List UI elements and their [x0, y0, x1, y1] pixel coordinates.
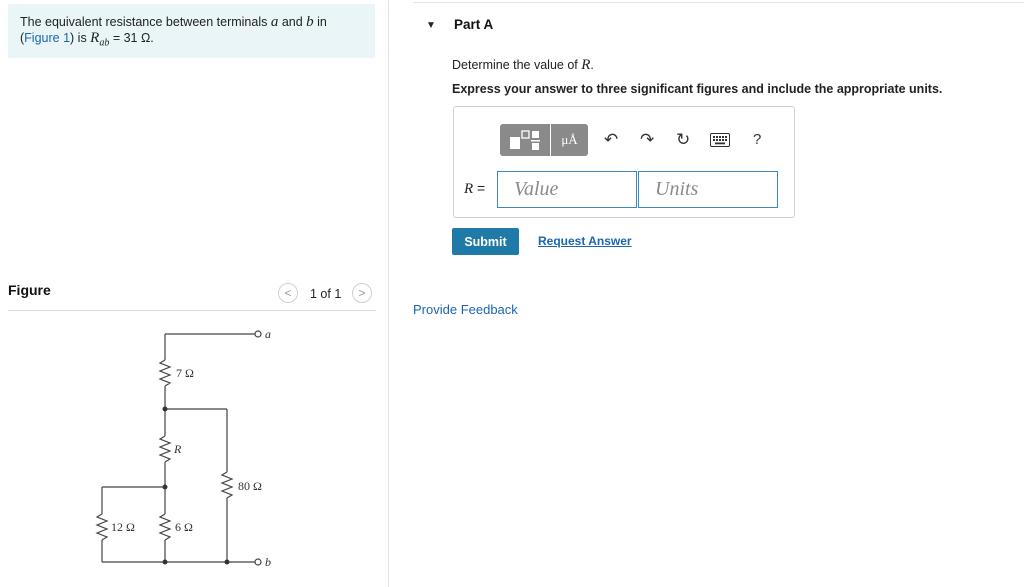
resistor-r — [158, 435, 172, 463]
problem-text-and: and — [278, 15, 307, 29]
label-r: R — [173, 442, 182, 456]
units-button[interactable]: μÅ — [551, 124, 588, 156]
caret-down-icon[interactable]: ▼ — [426, 20, 436, 31]
answer-instructions: Express your answer to three significant… — [452, 82, 943, 96]
part-a-header[interactable] — [413, 2, 1024, 45]
figure-divider — [8, 310, 376, 311]
question-suffix: . — [590, 58, 594, 72]
label-terminal-b: b — [265, 555, 271, 569]
node-dot — [224, 559, 230, 565]
label-terminal-a: a — [265, 327, 271, 341]
r-ab-subscript: ab — [99, 37, 110, 49]
label-r7: 7 Ω — [176, 366, 194, 380]
r-ab-value: = 31 Ω. — [109, 31, 154, 45]
answer-label: R = — [464, 180, 485, 198]
answer-label-var: R — [464, 181, 474, 197]
redo-icon[interactable]: ↷ — [640, 130, 654, 150]
answer-label-eq: = — [473, 180, 486, 196]
resistor-7 — [158, 359, 172, 387]
r-ab-symbol: R — [90, 30, 100, 46]
next-figure-button[interactable]: > — [352, 283, 372, 303]
problem-text-is: ) is — [70, 31, 91, 45]
units-input[interactable] — [638, 171, 778, 208]
panel-divider — [388, 0, 389, 587]
problem-text: The equivalent resistance between termin… — [20, 15, 271, 29]
node-dot — [162, 406, 168, 412]
terminal-b — [254, 558, 262, 566]
circuit-diagram: a b 7 Ω R 80 Ω 12 Ω 6 Ω — [95, 327, 271, 569]
part-a-title: Part A — [454, 17, 494, 32]
resistor-80 — [220, 471, 234, 499]
figure-title: Figure — [8, 282, 51, 298]
prev-figure-button[interactable]: < — [278, 283, 298, 303]
node-dot — [162, 484, 168, 490]
label-r80: 80 Ω — [238, 479, 262, 493]
templates-button[interactable] — [500, 124, 550, 156]
resistor-12 — [95, 513, 109, 541]
label-r6: 6 Ω — [175, 520, 193, 534]
help-icon[interactable]: ? — [753, 131, 761, 148]
label-r12: 12 Ω — [111, 520, 135, 534]
problem-text-in: in — [313, 15, 327, 29]
var-b: b — [306, 14, 314, 30]
keyboard-icon[interactable] — [710, 132, 730, 152]
resistor-6 — [158, 513, 172, 541]
problem-statement: The equivalent resistance between termin… — [8, 4, 375, 58]
figure-pager: 1 of 1 — [310, 287, 342, 301]
chevron-right-icon: > — [358, 286, 366, 300]
reset-icon[interactable]: ↻ — [676, 130, 690, 150]
templates-icon — [510, 130, 540, 150]
question-prefix: Determine the value of — [452, 58, 582, 72]
provide-feedback-link[interactable]: Provide Feedback — [413, 302, 518, 317]
question-text: Determine the value of R. — [452, 57, 594, 74]
figure-link[interactable]: Figure 1 — [24, 31, 70, 45]
node-dot — [162, 559, 168, 565]
submit-button[interactable]: Submit — [452, 228, 519, 255]
request-answer-link[interactable]: Request Answer — [538, 234, 632, 248]
terminal-a — [254, 330, 262, 338]
chevron-left-icon: < — [284, 286, 292, 300]
value-input[interactable] — [497, 171, 637, 208]
undo-icon[interactable]: ↶ — [604, 130, 618, 150]
